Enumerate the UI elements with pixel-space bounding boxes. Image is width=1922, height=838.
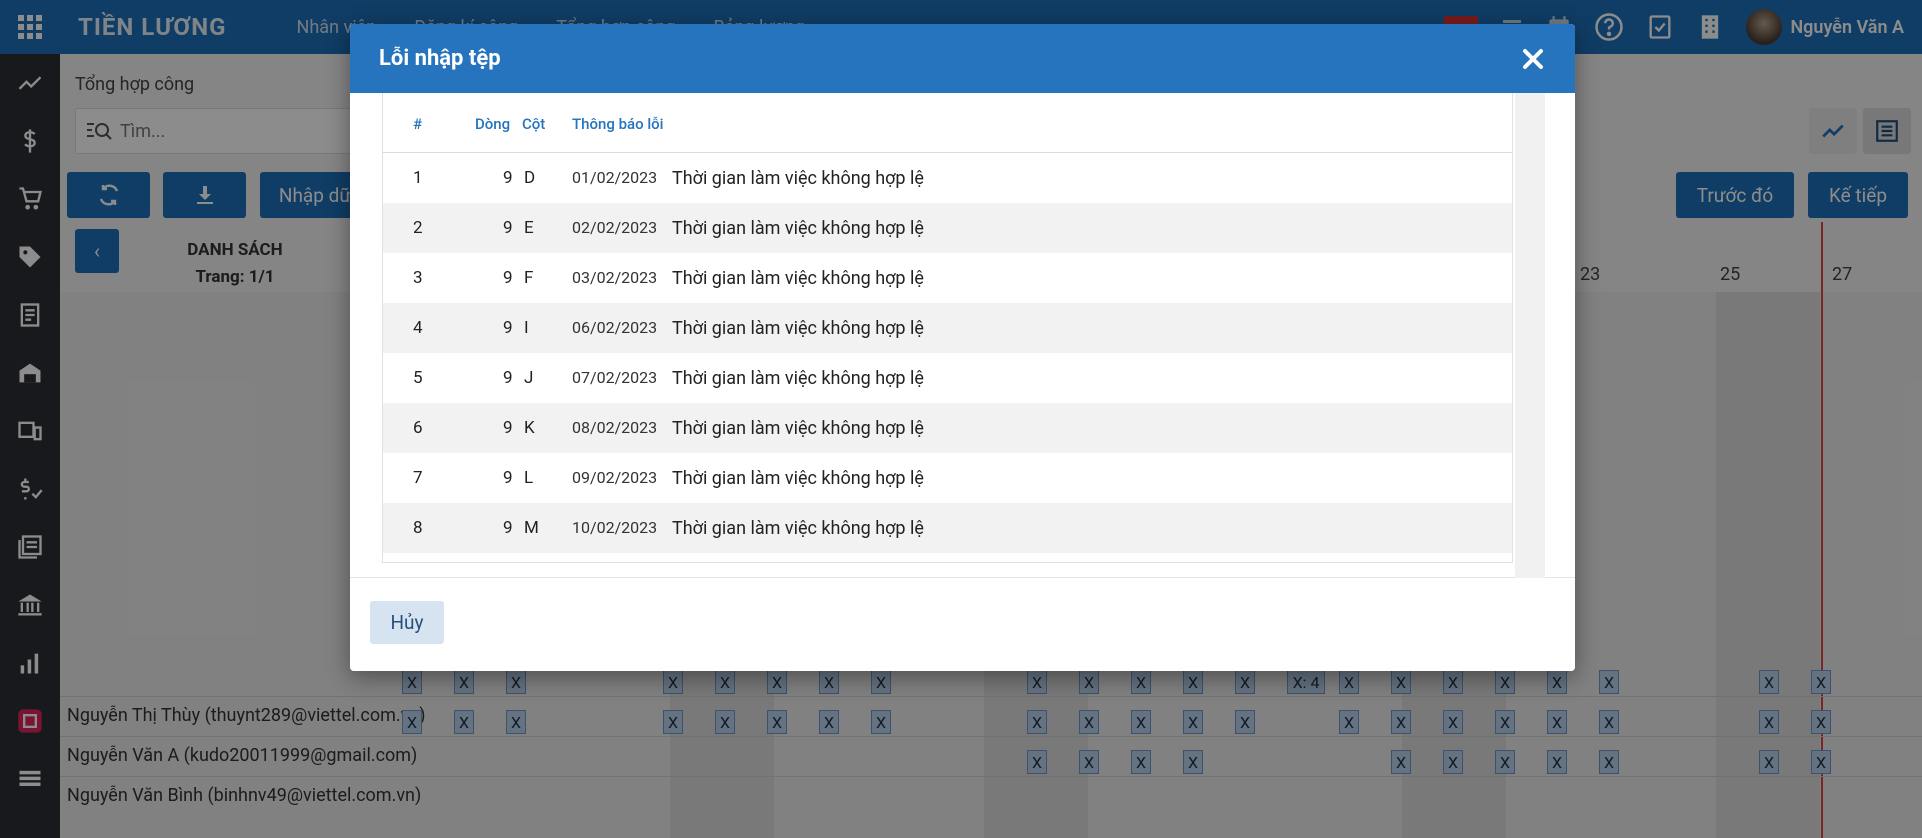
import-error-dialog: Lỗi nhập tệp # Dòng Cột Thông báo lỗi 1 9…	[350, 24, 1575, 671]
row-index: 1	[413, 168, 423, 188]
error-message: Thời gian làm việc không hợp lệ	[672, 218, 924, 239]
row-index: 4	[413, 318, 423, 338]
error-date: 01/02/2023	[572, 168, 658, 187]
error-table: # Dòng Cột Thông báo lỗi 1 9 D 01/02/2023 Th…	[382, 93, 1513, 563]
column-header-index: #	[413, 115, 423, 133]
error-rows: 1 9 D 01/02/2023 Thời gian làm việc không hợ…	[383, 153, 1512, 553]
dialog-title: Lỗi nhập tệp	[379, 46, 501, 71]
close-button[interactable]	[1519, 45, 1547, 73]
table-header: # Dòng Cột Thông báo lỗi	[383, 93, 1512, 153]
column-letter: D	[524, 168, 536, 188]
error-message: Thời gian làm việc không hợp lệ	[672, 468, 924, 489]
row-number: 9	[503, 268, 513, 288]
row-index: 7	[413, 468, 423, 488]
column-header-row: Dòng	[475, 115, 511, 133]
error-date: 02/02/2023	[572, 218, 658, 237]
error-message: Thời gian làm việc không hợp lệ	[672, 518, 924, 539]
row-number: 9	[503, 518, 513, 538]
error-date: 03/02/2023	[572, 268, 658, 287]
dialog-footer: Hủy	[350, 578, 1575, 671]
row-index: 5	[413, 368, 423, 388]
row-index: 6	[413, 418, 423, 438]
column-letter: F	[524, 268, 534, 288]
column-header-message: Thông báo lỗi	[572, 115, 664, 133]
error-date: 08/02/2023	[572, 418, 658, 437]
row-number: 9	[503, 218, 513, 238]
error-date: 06/02/2023	[572, 318, 658, 337]
row-number: 9	[503, 318, 513, 338]
table-row: 3 9 F 03/02/2023 Thời gian làm việc không hợ…	[383, 253, 1512, 303]
close-icon	[1523, 49, 1543, 69]
error-message: Thời gian làm việc không hợp lệ	[672, 368, 924, 389]
column-letter: E	[524, 218, 534, 238]
column-letter: M	[524, 518, 539, 538]
table-row: 4 9 I 06/02/2023 Thời gian làm việc không hợ…	[383, 303, 1512, 353]
dialog-body: # Dòng Cột Thông báo lỗi 1 9 D 01/02/2023 Th…	[350, 93, 1575, 578]
row-index: 2	[413, 218, 423, 238]
scrollbar[interactable]	[1515, 93, 1545, 578]
error-date: 07/02/2023	[572, 368, 658, 387]
error-message: Thời gian làm việc không hợp lệ	[672, 418, 924, 439]
column-letter: L	[524, 468, 534, 488]
row-index: 3	[413, 268, 423, 288]
error-date: 10/02/2023	[572, 518, 658, 537]
table-row: 2 9 E 02/02/2023 Thời gian làm việc không hợ…	[383, 203, 1512, 253]
column-letter: I	[524, 318, 529, 338]
dialog-header: Lỗi nhập tệp	[350, 24, 1575, 93]
row-number: 9	[503, 168, 513, 188]
error-date: 09/02/2023	[572, 468, 658, 487]
column-letter: J	[524, 368, 534, 388]
error-message: Thời gian làm việc không hợp lệ	[672, 168, 924, 189]
table-row: 8 9 M 10/02/2023 Thời gian làm việc không hợ…	[383, 503, 1512, 553]
table-row: 6 9 K 08/02/2023 Thời gian làm việc không hợ…	[383, 403, 1512, 453]
table-row: 5 9 J 07/02/2023 Thời gian làm việc không hợ…	[383, 353, 1512, 403]
column-letter: K	[524, 418, 535, 438]
table-row: 7 9 L 09/02/2023 Thời gian làm việc không hợ…	[383, 453, 1512, 503]
row-number: 9	[503, 368, 513, 388]
column-header-col: Cột	[522, 115, 546, 133]
row-index: 8	[413, 518, 423, 538]
table-row: 1 9 D 01/02/2023 Thời gian làm việc không hợ…	[383, 153, 1512, 203]
cancel-button[interactable]: Hủy	[370, 601, 444, 644]
error-message: Thời gian làm việc không hợp lệ	[672, 268, 924, 289]
row-number: 9	[503, 418, 513, 438]
error-message: Thời gian làm việc không hợp lệ	[672, 318, 924, 339]
row-number: 9	[503, 468, 513, 488]
